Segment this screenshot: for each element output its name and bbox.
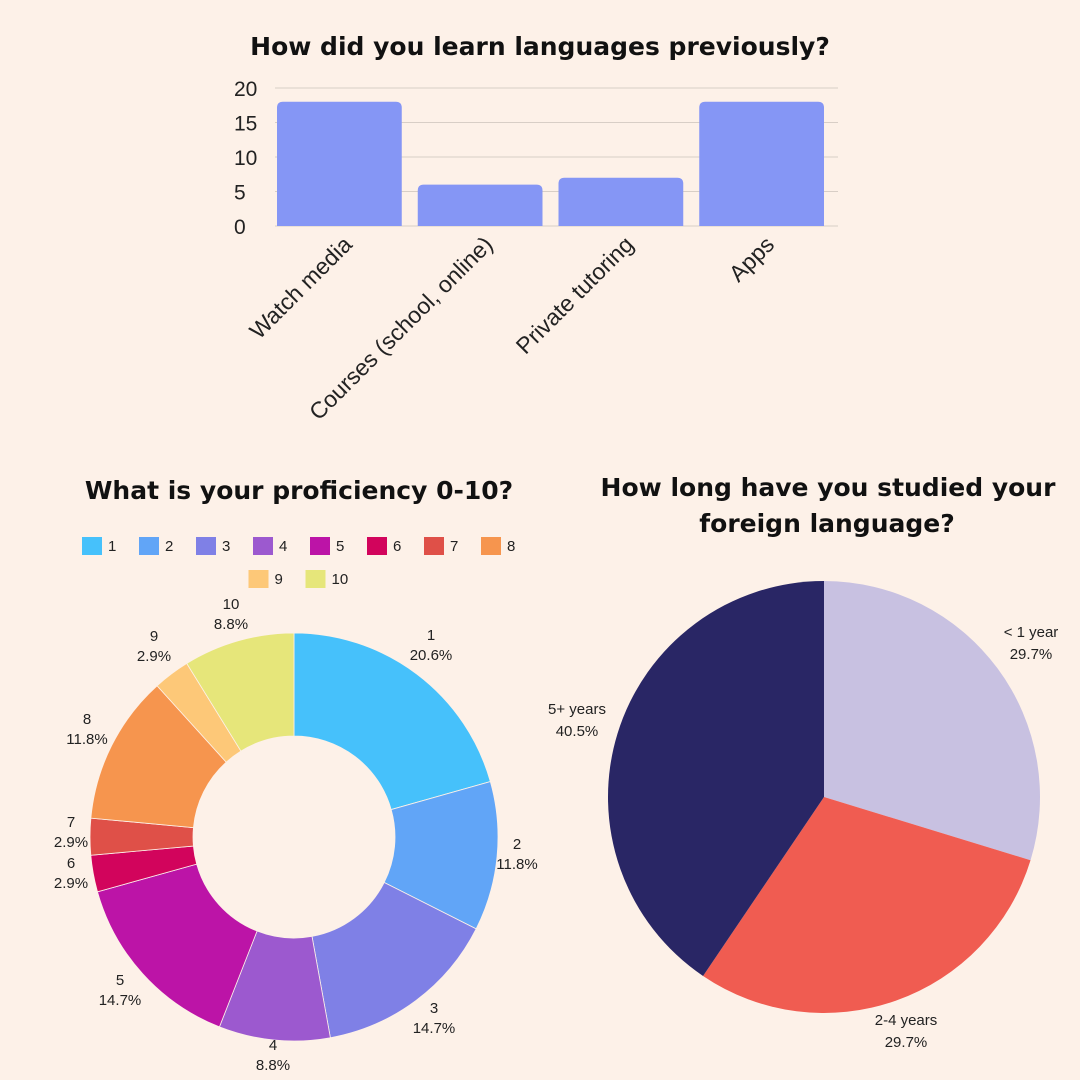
donut-slice-label: 10 (223, 596, 240, 613)
donut-slice-percent: 8.8% (214, 616, 248, 633)
pie-slice-percent: 29.7% (1010, 646, 1053, 663)
bar-y-tick-label: 0 (234, 216, 246, 239)
bar-chart-bars (277, 101, 824, 226)
legend-label: 10 (332, 571, 349, 588)
donut-slice-percent: 14.7% (99, 992, 142, 1009)
legend-label: 3 (222, 538, 230, 555)
donut-slice-label: 9 (150, 628, 158, 645)
legend-label: 2 (165, 538, 173, 555)
donut-slice-label: 2 (513, 836, 521, 853)
donut-slice-percent: 2.9% (54, 875, 88, 892)
legend-label: 5 (336, 538, 344, 555)
legend-swatch (248, 570, 269, 588)
donut-slice-percent: 20.6% (410, 647, 453, 664)
donut-slice (293, 632, 491, 811)
donut-chart-legend: 1 2 3 4 5 6 7 8 9 10 (82, 537, 515, 588)
donut-chart-slices (89, 632, 499, 1042)
bar-chart-x-axis: Watch mediaCourses (school, online) Priva… (244, 231, 779, 425)
pie-chart-title-line-1: How long have you studied your (601, 473, 1057, 502)
donut-chart: What is your proficiency 0-10? 1 2 3 4 5 6 7 8 9… (54, 476, 538, 1074)
pie-slice-label: < 1 year (1004, 624, 1059, 641)
donut-slice-percent: 2.9% (54, 834, 88, 851)
legend-swatch (310, 537, 330, 555)
donut-slice-percent: 11.8% (496, 856, 537, 873)
pie-slice-percent: 40.5% (556, 723, 599, 740)
pie-chart-title-line-2: foreign language? (699, 509, 954, 538)
donut-chart-title: What is your proficiency 0-10? (85, 476, 513, 505)
donut-slice-label: 5 (116, 972, 124, 989)
pie-slice-percent: 29.7% (885, 1034, 928, 1051)
legend-label: 9 (275, 571, 283, 588)
bar-chart: How did you learn languages previously? … (234, 32, 838, 425)
legend-swatch (253, 537, 273, 555)
bar-y-tick-label: 20 (234, 78, 257, 101)
bar-chart-y-axis: 0 5 10 15 20 (234, 78, 257, 239)
donut-slice-label: 8 (83, 711, 91, 728)
bar (417, 184, 543, 226)
legend-swatch (82, 537, 102, 555)
pie-slice-label: 5+ years (548, 701, 606, 718)
bar-x-category-label: Apps (724, 231, 779, 286)
donut-slice-percent: 14.7% (413, 1020, 456, 1037)
bar (277, 101, 402, 226)
donut-slice-label: 7 (67, 814, 75, 831)
pie-chart-slices (608, 581, 1040, 1013)
donut-slice-percent: 11.8% (66, 731, 107, 748)
legend-swatch (139, 537, 159, 555)
bar-chart-title: How did you learn languages previously? (250, 32, 830, 61)
infographic-canvas: How did you learn languages previously? … (54, 32, 1058, 1074)
bar-y-tick-label: 5 (234, 182, 246, 205)
donut-slice-percent: 2.9% (137, 648, 171, 665)
legend-swatch (367, 537, 387, 555)
donut-slice-label: 1 (427, 627, 435, 644)
donut-slice-label: 3 (430, 1000, 438, 1017)
legend-label: 4 (279, 538, 287, 555)
legend-label: 8 (507, 538, 515, 555)
donut-slice-label: 4 (269, 1037, 277, 1054)
legend-swatch (424, 537, 444, 555)
bar (699, 101, 824, 226)
pie-chart: How long have you studied your foreign l… (548, 473, 1058, 1051)
legend-label: 1 (108, 538, 116, 555)
bar-y-tick-label: 10 (234, 147, 257, 170)
bar-x-category-label: Watch media (244, 231, 357, 344)
legend-swatch (196, 537, 216, 555)
pie-slice-label: 2-4 years (875, 1012, 938, 1029)
legend-swatch (305, 570, 326, 588)
bar-y-tick-label: 15 (234, 113, 257, 136)
donut-slice-percent: 8.8% (256, 1057, 290, 1074)
legend-swatch (481, 537, 501, 555)
bar-x-category-label: Private tutoring (511, 231, 639, 359)
donut-slice-label: 6 (67, 855, 75, 872)
legend-label: 6 (393, 538, 401, 555)
legend-label: 7 (450, 538, 458, 555)
bar (558, 177, 684, 226)
